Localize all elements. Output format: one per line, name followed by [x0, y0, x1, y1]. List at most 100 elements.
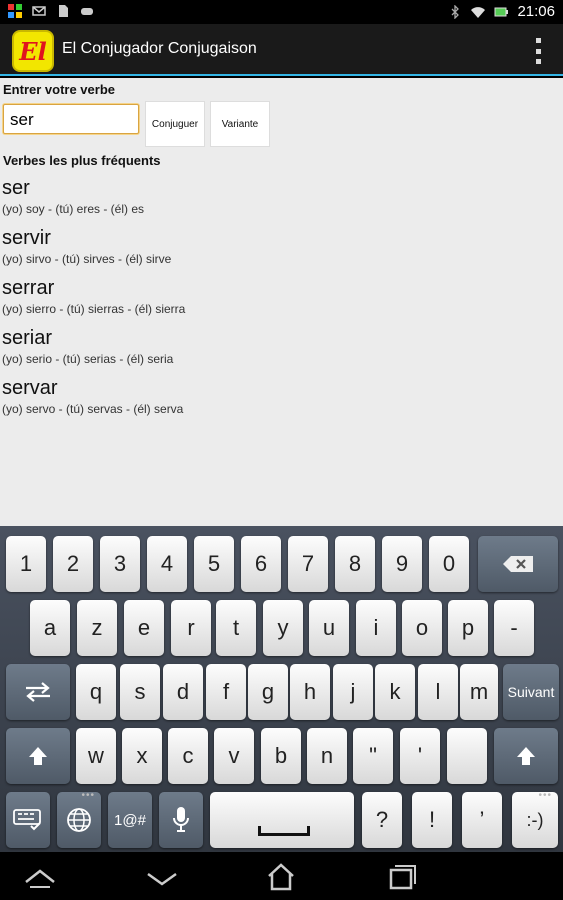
key-p[interactable]: p: [448, 600, 488, 656]
key-quote[interactable]: ": [353, 728, 393, 784]
key-2[interactable]: 2: [53, 536, 93, 592]
list-item[interactable]: ser (yo) soy - (tú) eres - (él) es: [2, 176, 185, 218]
mail-icon: [32, 6, 46, 16]
key-3[interactable]: 3: [100, 536, 140, 592]
shift-arrow-icon: [517, 747, 535, 765]
voice-input-key[interactable]: [159, 792, 203, 848]
key-w[interactable]: w: [76, 728, 116, 784]
key-g[interactable]: g: [248, 664, 288, 720]
key-s[interactable]: s: [120, 664, 160, 720]
list-item[interactable]: serrar (yo) sierro - (tú) sierras - (él)…: [2, 276, 185, 318]
home-icon[interactable]: [261, 862, 301, 892]
key-5[interactable]: 5: [194, 536, 234, 592]
back-chevron-down-icon[interactable]: [142, 862, 182, 892]
key-1[interactable]: 1: [6, 536, 46, 592]
game-controller-icon: [81, 8, 93, 15]
battery-icon: [494, 7, 509, 16]
key-question[interactable]: ?: [362, 792, 402, 848]
hide-keyboard-icon[interactable]: [20, 862, 60, 892]
key-9[interactable]: 9: [382, 536, 422, 592]
verb-conjugation: (yo) servo - (tú) servas - (él) serva: [2, 402, 184, 416]
keyboard-check-icon: [13, 809, 41, 831]
key-apostrophe-curly[interactable]: ’: [462, 792, 502, 848]
list-item[interactable]: servir (yo) sirvo - (tú) sirves - (él) s…: [2, 226, 185, 268]
key-t[interactable]: t: [216, 600, 256, 656]
language-key[interactable]: •••: [57, 790, 101, 848]
key-8[interactable]: 8: [335, 536, 375, 592]
spacebar-icon: [258, 826, 310, 836]
backspace-icon: [503, 556, 533, 572]
key-0[interactable]: 0: [429, 536, 469, 592]
list-item[interactable]: servar (yo) servo - (tú) servas - (él) s…: [2, 376, 185, 418]
verb-name[interactable]: ser: [2, 176, 185, 200]
file-icon: [59, 5, 68, 17]
clock: 21:06: [517, 3, 555, 20]
key-exclaim[interactable]: !: [412, 792, 452, 848]
bluetooth-icon: [451, 4, 460, 19]
tab-arrows-icon: [26, 682, 50, 702]
backspace-key[interactable]: [478, 536, 558, 592]
verb-input[interactable]: ser: [3, 104, 139, 134]
app-title: El Conjugador Conjugaison: [62, 40, 257, 57]
key-j[interactable]: j: [333, 664, 373, 720]
main-content: Entrer votre verbe ser Conjuguer Variant…: [0, 78, 563, 526]
frequent-verbs-heading: Verbes les plus fréquents: [3, 153, 161, 168]
verb-conjugation: (yo) sierro - (tú) sierras - (él) sierra: [2, 302, 186, 316]
conjugate-button[interactable]: Conjuguer: [145, 101, 205, 147]
recent-apps-icon[interactable]: [381, 862, 421, 892]
verb-entry-label: Entrer votre verbe: [3, 82, 115, 97]
key-l[interactable]: l: [418, 664, 458, 720]
key-h[interactable]: h: [290, 664, 330, 720]
key-k[interactable]: k: [375, 664, 415, 720]
next-button[interactable]: Suivant: [503, 664, 559, 720]
verb-name[interactable]: seriar: [2, 326, 185, 350]
key-n[interactable]: n: [307, 728, 347, 784]
verb-name[interactable]: servir: [2, 226, 185, 250]
key-dash[interactable]: -: [494, 600, 534, 656]
key-4[interactable]: 4: [147, 536, 187, 592]
key-v[interactable]: v: [214, 728, 254, 784]
space-key[interactable]: [210, 792, 354, 848]
key-x[interactable]: x: [122, 728, 162, 784]
key-z[interactable]: z: [77, 600, 117, 656]
verb-name[interactable]: serrar: [2, 276, 185, 300]
key-6[interactable]: 6: [241, 536, 281, 592]
key-d[interactable]: d: [163, 664, 203, 720]
tab-key[interactable]: [6, 664, 70, 720]
key-a[interactable]: a: [30, 600, 70, 656]
key-y[interactable]: y: [263, 600, 303, 656]
key-m[interactable]: m: [460, 664, 498, 720]
symbols-key[interactable]: 1@#: [108, 792, 152, 848]
key-i[interactable]: i: [356, 600, 396, 656]
app-logo[interactable]: El: [12, 30, 54, 72]
key-r[interactable]: r: [171, 600, 211, 656]
overflow-menu-icon[interactable]: [533, 38, 543, 64]
smiley-key[interactable]: •••:-): [512, 790, 558, 848]
key-f[interactable]: f: [206, 664, 246, 720]
status-bar: 21:06: [0, 0, 563, 24]
key-u[interactable]: u: [309, 600, 349, 656]
action-bar: El El Conjugador Conjugaison: [0, 24, 563, 76]
key-c[interactable]: c: [168, 728, 208, 784]
key-e[interactable]: e: [124, 600, 164, 656]
verb-conjugation: (yo) soy - (tú) eres - (él) es: [2, 202, 145, 216]
frequent-verbs-list: ser (yo) soy - (tú) eres - (él) es servi…: [2, 176, 185, 426]
globe-icon: [67, 808, 91, 832]
app-grid-icon: [8, 4, 22, 18]
shift-left-key[interactable]: [6, 728, 70, 784]
shift-right-key[interactable]: [494, 728, 558, 784]
variant-button[interactable]: Variante: [210, 101, 270, 147]
verb-name[interactable]: servar: [2, 376, 185, 400]
key-q[interactable]: q: [76, 664, 116, 720]
key-o[interactable]: o: [402, 600, 442, 656]
list-item[interactable]: seriar (yo) serio - (tú) serias - (él) s…: [2, 326, 185, 368]
soft-keyboard: 1 2 3 4 5 6 7 8 9 0 a z e r t y u i o p …: [0, 526, 563, 852]
key-blank[interactable]: [447, 728, 487, 784]
keyboard-settings-key[interactable]: [6, 792, 50, 848]
shift-arrow-icon: [29, 747, 47, 765]
verb-conjugation: (yo) serio - (tú) serias - (él) seria: [2, 352, 174, 366]
key-7[interactable]: 7: [288, 536, 328, 592]
key-apostrophe[interactable]: ': [400, 728, 440, 784]
microphone-icon: [173, 807, 189, 832]
key-b[interactable]: b: [261, 728, 301, 784]
